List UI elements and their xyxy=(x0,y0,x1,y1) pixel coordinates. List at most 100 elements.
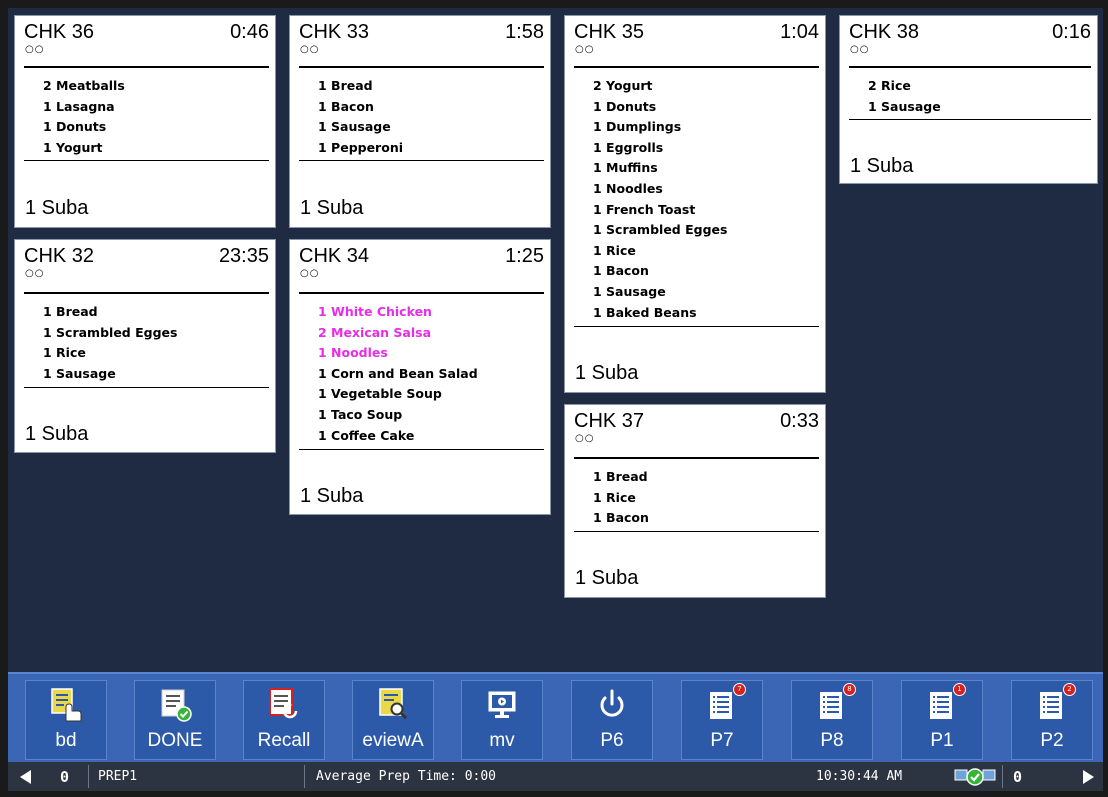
connection-status-icon xyxy=(954,762,996,791)
ticket-header-rule xyxy=(24,66,269,68)
ticket-item: 1 Scrambled Egges xyxy=(593,222,728,238)
monitor-icon xyxy=(484,687,520,723)
ticket-item: 1 Rice xyxy=(593,242,636,258)
ticket-footer: 1 Suba xyxy=(575,362,639,384)
ticket-item: 1 Noodles xyxy=(593,180,663,196)
page-button-p7[interactable]: 7 P7 xyxy=(681,680,763,760)
review-button[interactable]: eviewA xyxy=(352,680,434,760)
ticket-footer: 1 Suba xyxy=(575,567,639,589)
station-name: PREP1 xyxy=(98,769,138,784)
ticket-item: 1 Vegetable Soup xyxy=(318,386,442,402)
ticket-items: 2 Yogurt 1 Donuts 1 Dumplings 1 Eggrolls… xyxy=(593,76,727,323)
ticket-header-rule xyxy=(849,66,1091,68)
notification-badge: 2 xyxy=(1063,683,1076,696)
ticket-footer: 1 Suba xyxy=(25,423,89,445)
ticket-divider xyxy=(299,160,544,161)
bump-button[interactable]: bd xyxy=(25,680,107,760)
page-label: P6 xyxy=(600,730,624,751)
order-list-icon: 7 xyxy=(704,683,746,723)
ticket-header-rule xyxy=(299,66,544,68)
ticket-item: 1 Donuts xyxy=(593,98,657,114)
ticket-status-dots: ○○ xyxy=(575,44,595,55)
ticket-chk-35[interactable]: CHK 35 1:04 ○○ 2 Yogurt 1 Donuts 1 Dumpli… xyxy=(564,15,826,393)
power-icon xyxy=(594,687,630,723)
ticket-item: 1 Yogurt xyxy=(43,139,103,155)
scroll-left-icon[interactable] xyxy=(20,762,32,791)
ticket-status-dots: ○○ xyxy=(25,44,45,55)
ticket-divider xyxy=(24,387,269,388)
ticket-divider xyxy=(299,449,544,450)
notification-badge: 1 xyxy=(953,683,966,696)
ticket-chk-34[interactable]: CHK 34 1:25 ○○ 1 White Chicken 2 Mexican … xyxy=(289,239,551,515)
ticket-item: 1 Bacon xyxy=(593,510,649,526)
ticket-item: 1 Eggrolls xyxy=(593,139,664,155)
page-button-p8[interactable]: 8 P8 xyxy=(791,680,873,760)
ticket-item: 1 French Toast xyxy=(593,201,696,217)
ticket-item: 1 Sausage xyxy=(43,365,116,381)
order-list-icon: 8 xyxy=(814,683,856,723)
scroll-right-icon[interactable] xyxy=(1082,762,1094,791)
ticket-item-modified: 1 Noodles xyxy=(318,345,388,361)
ticket-timer: 1:58 xyxy=(505,21,544,43)
ticket-item: 1 Bread xyxy=(593,469,648,484)
page-label: P8 xyxy=(820,730,844,751)
ticket-item: 1 Scrambled Egges xyxy=(43,324,178,340)
ticket-status-dots: ○○ xyxy=(300,268,320,279)
ticket-title: CHK 32 xyxy=(24,245,95,267)
ticket-item: 1 Bacon xyxy=(593,263,649,279)
clock: 10:30:44 AM xyxy=(816,769,903,784)
ticket-item: 1 Corn and Bean Salad xyxy=(318,365,478,381)
ticket-chk-37[interactable]: CHK 37 0:33 ○○ 1 Bread 1 Rice 1 Bacon 1 S… xyxy=(564,404,826,598)
ticket-item: 1 Bacon xyxy=(318,98,374,114)
recall-button[interactable]: Recall xyxy=(243,680,325,760)
page-button-p2[interactable]: 2 P2 xyxy=(1011,680,1093,760)
bump-label: bd xyxy=(55,730,77,751)
done-label: DONE xyxy=(147,730,203,751)
average-prep-time: Average Prep Time: 0:00 xyxy=(316,769,497,784)
ticket-item: 1 Rice xyxy=(43,345,86,361)
ticket-items: 2 Meatballs 1 Lasagna 1 Donuts 1 Yogurt xyxy=(43,76,125,158)
ticket-timer: 1:04 xyxy=(780,21,819,43)
ticket-item: 1 Bread xyxy=(318,78,373,93)
review-label: eviewA xyxy=(362,730,424,751)
ticket-chk-33[interactable]: CHK 33 1:58 ○○ 1 Bread 1 Bacon 1 Sausage … xyxy=(289,15,551,228)
ticket-footer: 1 Suba xyxy=(850,155,914,177)
ticket-header-rule xyxy=(299,292,544,294)
ticket-item: 1 Donuts xyxy=(43,119,107,135)
ticket-items: 1 Bread 1 Rice 1 Bacon xyxy=(593,467,649,529)
ticket-title: CHK 35 xyxy=(574,21,645,43)
monitor-button[interactable]: mv xyxy=(461,680,543,760)
ticket-footer: 1 Suba xyxy=(300,485,364,507)
done-check-icon xyxy=(157,687,193,723)
ticket-items: 1 Bread 1 Bacon 1 Sausage 1 Pepperoni xyxy=(318,76,403,158)
left-count: 0 xyxy=(60,767,70,786)
ticket-status-dots: ○○ xyxy=(575,433,595,444)
ticket-item: 1 Coffee Cake xyxy=(318,427,415,443)
ticket-items: 1 White Chicken 2 Mexican Salsa 1 Noodle… xyxy=(318,302,478,446)
ticket-timer: 0:16 xyxy=(1052,21,1091,43)
page-button-p1[interactable]: 1 P1 xyxy=(901,680,983,760)
ticket-item: 2 Meatballs xyxy=(43,78,125,93)
ticket-chk-38[interactable]: CHK 38 0:16 ○○ 2 Rice 1 Sausage 1 Suba xyxy=(839,15,1098,184)
ticket-item-modified: 1 White Chicken xyxy=(318,304,432,319)
touch-order-icon xyxy=(48,687,84,723)
ticket-chk-36[interactable]: CHK 36 0:46 ○○ 2 Meatballs 1 Lasagna 1 Do… xyxy=(14,15,276,228)
ticket-item: 1 Sausage xyxy=(868,98,941,114)
divider xyxy=(1002,765,1003,788)
ticket-chk-32[interactable]: CHK 32 23:35 ○○ 1 Bread 1 Scrambled Egges… xyxy=(14,239,276,453)
ticket-header-rule xyxy=(24,292,269,294)
done-button[interactable]: DONE xyxy=(134,680,216,760)
page-label: P7 xyxy=(710,730,734,751)
status-bar: 0 PREP1 Average Prep Time: 0:00 10:30:44… xyxy=(8,762,1103,791)
ticket-footer: 1 Suba xyxy=(25,197,89,219)
ticket-item: 2 Yogurt xyxy=(593,78,653,93)
monitor-label: mv xyxy=(489,730,515,751)
bump-toolbar: bd DONE Recall eviewA mv P6 7 P7 8 P8 1 … xyxy=(8,672,1103,762)
notification-badge: 8 xyxy=(843,683,856,696)
ticket-item: 1 Bread xyxy=(43,304,98,319)
ticket-item-modified: 2 Mexican Salsa xyxy=(318,324,432,340)
ticket-item: 1 Lasagna xyxy=(43,98,115,114)
page-button-p6[interactable]: P6 xyxy=(571,680,653,760)
order-list-icon: 2 xyxy=(1034,683,1076,723)
ticket-item: 1 Muffins xyxy=(593,160,658,176)
